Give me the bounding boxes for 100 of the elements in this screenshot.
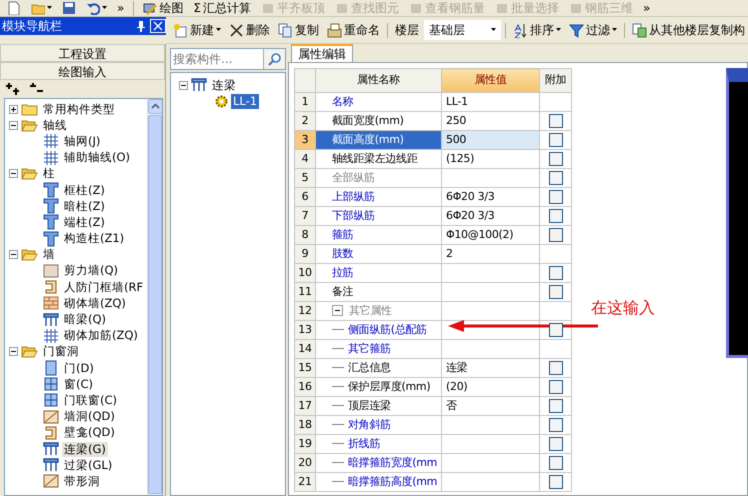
- tree-item[interactable]: LL-1: [231, 94, 260, 109]
- toolbar-button[interactable]: 从其他楼层复制构: [628, 22, 748, 38]
- tree-item[interactable]: 连梁: [210, 78, 238, 93]
- expand-toggle[interactable]: [9, 104, 18, 114]
- expand-toggle[interactable]: [179, 80, 188, 90]
- checkbox[interactable]: [548, 228, 562, 242]
- column-header[interactable]: 属性值: [442, 68, 540, 92]
- expand-toggle[interactable]: [9, 347, 18, 356]
- property-value[interactable]: LL-1: [446, 94, 468, 108]
- checkbox[interactable]: [548, 190, 562, 204]
- property-value[interactable]: 250: [446, 114, 466, 127]
- tree-item[interactable]: 壁龛(QD): [62, 425, 117, 440]
- checkbox[interactable]: [548, 266, 562, 280]
- property-name[interactable]: 拉筋: [332, 266, 354, 279]
- toolbar-button[interactable]: 排序: [510, 22, 564, 38]
- checkbox[interactable]: [548, 399, 562, 413]
- checkbox[interactable]: [548, 133, 562, 147]
- property-name[interactable]: 备注: [332, 284, 354, 298]
- tree-item[interactable]: 暗柱(Z): [62, 198, 107, 214]
- floor-dropdown[interactable]: 基础层: [424, 20, 502, 40]
- tree-item[interactable]: 过梁(GL): [62, 458, 114, 473]
- row-number: 5: [294, 168, 316, 188]
- tree-item[interactable]: 常用构件类型: [41, 102, 117, 117]
- grid-icon: [43, 328, 59, 344]
- tree-item[interactable]: 连梁(G): [62, 442, 108, 457]
- tree-item[interactable]: 门窗洞: [41, 344, 81, 360]
- overflow-button[interactable]: »: [114, 0, 128, 16]
- expand-toggle[interactable]: [9, 169, 18, 178]
- expand-toggle[interactable]: [9, 250, 18, 260]
- tree-item[interactable]: 剪力墙(Q): [62, 263, 120, 278]
- overflow-button[interactable]: »: [640, 0, 654, 16]
- tree-item[interactable]: 轴网(J): [62, 134, 102, 149]
- tree-item[interactable]: 砌体墙(ZQ): [62, 296, 128, 311]
- property-value[interactable]: 连梁: [446, 360, 468, 374]
- tree-item[interactable]: 门(D): [62, 360, 96, 376]
- section-button[interactable]: 工程设置: [0, 44, 165, 62]
- tree-item[interactable]: 门联窗(C): [62, 392, 120, 408]
- folder-icon: [21, 102, 38, 116]
- beam-icon: [43, 441, 59, 458]
- scroll-up-icon[interactable]: [148, 99, 162, 114]
- toolbar-button[interactable]: 重命名: [324, 22, 383, 38]
- tree-item[interactable]: 墙: [41, 247, 57, 262]
- expand-all-icon[interactable]: [6, 82, 22, 96]
- checkbox[interactable]: [548, 171, 562, 185]
- property-value[interactable]: 否: [446, 398, 457, 412]
- toolbar-button[interactable]: Σ 汇总计算: [190, 0, 254, 16]
- checkbox[interactable]: [548, 323, 562, 337]
- row-number: 1: [294, 92, 316, 112]
- search-button[interactable]: [263, 49, 285, 69]
- delete-button[interactable]: 删除: [226, 22, 273, 38]
- tree-item[interactable]: 柱: [41, 166, 57, 182]
- row-number: 20: [294, 454, 316, 472]
- checkbox[interactable]: [548, 456, 562, 470]
- tree-item[interactable]: 构造柱(Z1): [62, 231, 126, 246]
- property-name[interactable]: 肢数: [332, 246, 354, 260]
- checkbox[interactable]: [548, 437, 562, 451]
- section-button[interactable]: 绘图输入: [0, 62, 165, 80]
- expand-toggle[interactable]: [332, 305, 343, 316]
- tree-item[interactable]: 框柱(Z): [62, 182, 107, 198]
- tree-item[interactable]: 窗(C): [62, 376, 96, 392]
- checkbox[interactable]: [548, 475, 562, 489]
- toolbar-button[interactable]: 过滤: [566, 22, 620, 38]
- tree-item[interactable]: 端柱(Z): [62, 214, 107, 230]
- tab[interactable]: 属性编辑: [291, 44, 353, 62]
- checkbox[interactable]: [548, 114, 562, 128]
- column-header[interactable]: 属性名称: [316, 68, 442, 92]
- tree-item[interactable]: 砌体加筋(ZQ): [62, 328, 140, 344]
- property-name[interactable]: 箍筋: [332, 228, 354, 241]
- row-number: 8: [294, 226, 316, 244]
- expand-toggle[interactable]: [9, 120, 18, 130]
- caret-icon: [47, 6, 52, 10]
- property-name[interactable]: 折线筋: [348, 436, 380, 450]
- toolbar-button[interactable]: 新建: [170, 22, 224, 38]
- property-value[interactable]: (20): [446, 380, 468, 393]
- copy-icon: [278, 22, 293, 38]
- tree-item[interactable]: 辅助轴线(O): [62, 150, 132, 166]
- checkbox[interactable]: [548, 209, 562, 223]
- property-value[interactable]: 500: [446, 132, 466, 146]
- checkbox[interactable]: [548, 152, 562, 166]
- property-name[interactable]: 名称: [332, 94, 354, 108]
- pin-icon[interactable]: [136, 20, 146, 32]
- close-icon[interactable]: [150, 19, 166, 33]
- toolbar-button[interactable]: 复制: [275, 22, 322, 38]
- search-field[interactable]: 搜索构件...: [170, 48, 286, 70]
- checkbox[interactable]: [548, 361, 562, 375]
- tree-item[interactable]: 墙洞(QD): [62, 409, 117, 424]
- row-number: 4: [294, 150, 316, 168]
- toolbar-button[interactable]: 绘图: [140, 0, 186, 16]
- column-header[interactable]: 附加: [540, 68, 572, 92]
- checkbox[interactable]: [548, 285, 562, 299]
- row-number: 14: [294, 340, 316, 358]
- property-value[interactable]: 2: [446, 246, 453, 260]
- checkbox[interactable]: [548, 418, 562, 432]
- caret-icon: [102, 6, 107, 10]
- checkbox[interactable]: [548, 380, 562, 394]
- tree-item[interactable]: 人防门框墙(RF: [62, 280, 146, 295]
- tree-item[interactable]: 暗梁(Q): [62, 312, 108, 328]
- tree-item[interactable]: 轴线: [41, 118, 69, 133]
- open-folder-icon: [21, 345, 38, 358]
- tree-item[interactable]: 带形洞: [62, 474, 102, 489]
